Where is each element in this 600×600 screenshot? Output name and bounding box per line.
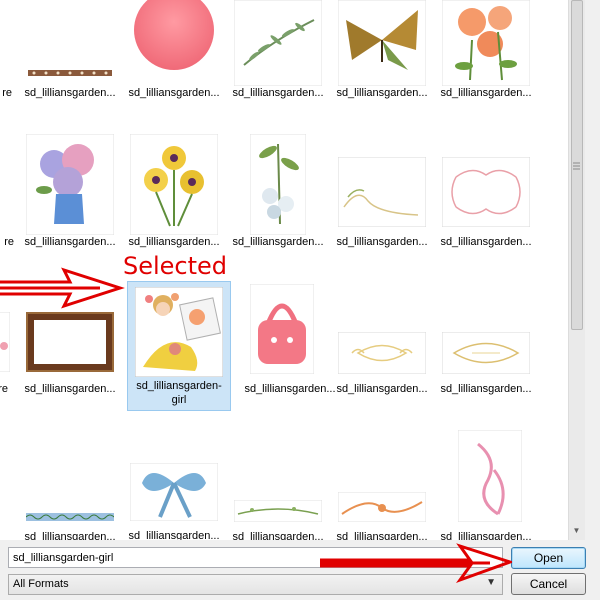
file-label: sd_lilliansgarden... <box>128 87 220 99</box>
green-vine-thumbnail <box>234 500 322 522</box>
girl-thumbnail <box>135 287 223 377</box>
file-label: sd_lilliansgarden... <box>440 531 532 540</box>
file-label: sd_lilliansgarden... <box>24 87 116 99</box>
scroll-down-icon[interactable]: ▼ <box>568 522 585 539</box>
file-label: sd_lilliansgarden... <box>336 236 428 248</box>
file-label: sd_lilliansgarden... <box>336 383 428 395</box>
file-label: sd_lilliansgarden... <box>24 383 116 395</box>
grip-icon <box>573 162 580 170</box>
gold-ornament-thumbnail <box>338 332 426 374</box>
gold-swirl-frame-thumbnail <box>338 157 426 227</box>
file-label-selected: sd_lilliansgarden-girl <box>136 380 222 406</box>
arrow-icon <box>320 543 512 584</box>
vertical-scrollbar[interactable] <box>568 0 585 540</box>
file-label: sd_lilliansgarden... <box>24 531 116 540</box>
file-label: sd_lilliansgarden... <box>440 87 532 99</box>
dots-border-thumbnail <box>26 0 114 86</box>
file-label: sd_lilliansgarden... <box>440 236 532 248</box>
white-flowers-thumbnail <box>250 134 306 235</box>
format-select-value: All Formats <box>13 578 69 590</box>
file-label: sd_lilliansgarden... <box>440 383 532 395</box>
file-label: sd_lilliansgarden... <box>244 383 336 395</box>
file-thumbnail-grid[interactable]: re sd_lilliansgarden... sd_lilliansgarde… <box>0 0 568 540</box>
pink-ribbon-thumbnail <box>458 430 522 522</box>
hydrangea-thumbnail <box>26 134 114 235</box>
butterfly-thumbnail <box>338 0 426 86</box>
file-label: sd_lilliansgarden... <box>128 236 220 248</box>
file-label: re <box>2 87 12 99</box>
blue-bow-thumbnail <box>130 463 218 521</box>
file-label: sd_lilliansgarden... <box>336 87 428 99</box>
selected-annotation: Selected <box>123 252 228 280</box>
pink-circle-thumbnail <box>130 0 218 86</box>
file-label: sd_lilliansgarden... <box>232 236 324 248</box>
pink-scroll-frame-thumbnail <box>442 157 530 227</box>
orange-poppies-thumbnail <box>442 0 530 86</box>
fern-thumbnail <box>234 0 322 86</box>
blue-border-thumbnail <box>26 512 114 522</box>
gold-ornament-thumbnail <box>442 332 530 374</box>
file-label: sd_lilliansgarden... <box>24 236 116 248</box>
file-label: re <box>0 383 8 395</box>
pansies-thumbnail <box>130 134 218 235</box>
pink-purse-thumbnail <box>250 284 314 374</box>
open-button[interactable]: Open <box>511 547 586 569</box>
file-label: sd_lilliansgarden... <box>232 531 324 540</box>
orange-ribbon-thumbnail <box>338 492 426 522</box>
edge-flower-thumbnail <box>0 312 10 372</box>
file-label: sd_lilliansgarden... <box>336 531 428 540</box>
wood-frame-thumbnail <box>26 312 114 372</box>
file-label: sd_lilliansgarden... <box>128 530 220 540</box>
file-label: re <box>4 236 14 248</box>
arrow-icon <box>0 267 125 309</box>
file-label: sd_lilliansgarden... <box>232 87 324 99</box>
cancel-button[interactable]: Cancel <box>511 573 586 595</box>
